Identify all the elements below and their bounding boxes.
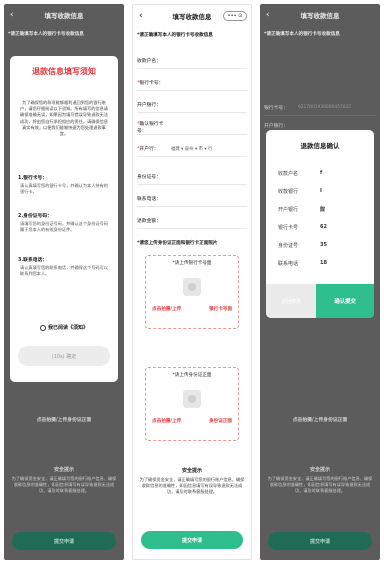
nav-bar: ‹ 填写收款信息 ••• ⊙ <box>133 5 251 27</box>
camera-icon[interactable] <box>183 390 201 408</box>
notice-item-3-text: 请认真填写您的联系电话，并确保这个号码可以联系到您本人。 <box>20 265 108 277</box>
screen-refund-notice: ‹ 填写收款信息 *请正确填写本人的银行卡号收款信息 退款信息填写须知 为了确保… <box>4 4 124 560</box>
capsule-menu[interactable]: ••• ⊙ <box>223 11 247 21</box>
upload-caption: *请上传银行卡号面 <box>172 261 212 266</box>
confirm-label: 开户银行 <box>278 207 299 213</box>
back-to-edit-button[interactable]: 返回修改 <box>266 284 317 318</box>
region-select[interactable]: 福建 ▾ 泉州 ▾ 市 ▾ 行 <box>171 146 247 152</box>
upload-side-label: 银行卡号面 <box>209 307 232 312</box>
field-label-wrap: *确认银行卡号： <box>137 120 171 134</box>
field-label: 身份证号： <box>137 175 161 180</box>
nav-bar: ‹ 填写收款信息 <box>4 4 124 26</box>
confirm-value: f <box>320 170 323 176</box>
modal-title: 退款信息填写须知 <box>32 67 96 76</box>
safe-text: 为了确保资金安全，请正确填写您的银行账户信息，确保收款信息的准确性，如因信息填写… <box>267 476 373 493</box>
confirm-value: 18 <box>320 260 327 266</box>
confirm-label: 收款户名 <box>278 171 299 177</box>
field-value: 6217001930000457832 <box>298 105 352 110</box>
safe-title: 安全提示 <box>181 468 202 474</box>
safe-text: 为了确保资金安全，请正确填写您的银行账户信息，确保收款信息的准确性，如因信息填写… <box>11 476 117 493</box>
warning-text: *请正确填写本人的银行卡号收款信息 <box>137 33 213 38</box>
bg-upload-label: 点击拍摄/上传身份证正面 <box>292 418 348 423</box>
back-icon[interactable]: ‹ <box>139 5 143 27</box>
notice-item-1-text: 请认真填写您的银行卡号，并确认为本人持有的银行卡。 <box>20 183 108 195</box>
bg-field-card-number: 银行卡号： 6217001930000457832 <box>264 100 376 116</box>
confirm-value: I <box>320 188 322 194</box>
field-phone[interactable]: 联系电话： <box>137 191 247 207</box>
field-label: 银行卡号： <box>264 106 288 111</box>
confirm-label: 银行卡号 <box>278 225 299 231</box>
confirm-value: 陇 <box>320 207 326 213</box>
confirm-row: 身份证号 35 <box>278 242 366 249</box>
submit-button[interactable]: 提交申请 <box>268 532 372 550</box>
confirm-row: 收款户名 f <box>278 170 366 177</box>
back-icon[interactable]: ‹ <box>10 4 14 26</box>
confirm-label: 联系电话 <box>278 261 299 267</box>
confirm-row: 银行卡号 62 <box>278 224 366 231</box>
page-title: 填写收款信息 <box>300 12 340 20</box>
field-label: 退款金额： <box>137 219 161 224</box>
agree-label: 我已阅读《须知》 <box>47 325 88 331</box>
field-confirm-card[interactable]: *确认银行卡号： <box>137 119 247 135</box>
confirm-row: 开户银行 陇 <box>278 206 366 213</box>
field-label: 开户银行： <box>264 124 288 129</box>
confirm-value: 35 <box>320 242 327 248</box>
safe-title: 安全提示 <box>53 467 74 473</box>
modal-lead-text: 为了确保您的款项能够顺利退回到您的银行账户，请您仔细阅读以下须知。所有填写的信息… <box>20 100 108 137</box>
field-label-wrap: *开户行： <box>137 145 171 152</box>
modal-buttons: 返回修改 确认提交 <box>266 284 374 318</box>
confirm-value: 62 <box>320 224 327 230</box>
confirm-countdown-button[interactable]: (10s) 确定 <box>18 346 110 366</box>
camera-icon[interactable] <box>183 278 201 296</box>
modal-title: 退款信息确认 <box>300 142 340 150</box>
upload-action[interactable]: 点击拍摄/上传 <box>152 418 181 424</box>
field-card-number[interactable]: *银行卡号： <box>137 75 247 91</box>
bg-upload-label: 点击拍摄/上传身份证正面 <box>36 418 92 423</box>
confirm-label: 身份证号 <box>278 243 299 249</box>
radio-icon[interactable] <box>39 324 46 331</box>
notice-modal: 退款信息填写须知 为了确保您的款项能够顺利退回到您的银行账户，请您仔细阅读以下须… <box>10 56 118 382</box>
warning-text: *请正确填写本人的银行卡号收款信息 <box>264 32 340 37</box>
confirm-submit-button[interactable]: 确认提交 <box>316 284 374 318</box>
confirm-row: 收款银行 I <box>278 188 366 195</box>
field-branch[interactable]: *开户行： 福建 ▾ 泉州 ▾ 市 ▾ 行 <box>137 141 247 157</box>
notice-item-1-head: 1.银行卡号： <box>18 176 48 181</box>
field-label: 收款户名： <box>137 59 161 64</box>
screen-fill-form: ‹ 填写收款信息 ••• ⊙ *请正确填写本人的银行卡号收款信息 收款户名： *… <box>132 4 252 560</box>
notice-item-2-text: 请填写您的身份证号码，并确认这个身份证号码属于您本人的有效身份证件。 <box>20 221 108 233</box>
upload-bank-card[interactable]: *请上传银行卡号面 点击拍摄/上传 银行卡号面 <box>145 255 239 329</box>
field-label: 开户行： <box>139 147 159 152</box>
field-label: 联系电话： <box>137 197 161 202</box>
warning-text: *请正确填写本人的银行卡号收款信息 <box>8 32 84 37</box>
agree-checkbox[interactable]: 我已阅读《须知》 <box>10 324 118 331</box>
page-title: 填写收款信息 <box>44 12 84 20</box>
upload-caption: *请上传身份证正面 <box>172 373 212 378</box>
notice-item-2-head: 2.身份证号码： <box>18 214 52 219</box>
field-label: 确认银行卡号： <box>137 121 164 134</box>
safe-title: 安全提示 <box>309 467 330 473</box>
field-label-wrap: *银行卡号： <box>137 79 171 86</box>
confirm-label: 收款银行 <box>278 189 299 195</box>
field-label: 开户银行： <box>137 103 161 108</box>
upload-id-card[interactable]: *请上传身份证正面 点击拍摄/上传 身份证正面 <box>145 367 239 441</box>
notice-item-3-head: 3.联系电话： <box>18 258 48 263</box>
field-refund-amount[interactable]: 退款金额： <box>137 213 247 229</box>
upload-action[interactable]: 点击拍摄/上传 <box>152 306 181 312</box>
field-account-name[interactable]: 收款户名： <box>137 53 247 69</box>
field-id-number[interactable]: 身份证号： <box>137 169 247 185</box>
submit-button[interactable]: 提交申请 <box>12 532 116 550</box>
upload-note: *请您上传身份证正面和银行卡正面照片 <box>137 241 218 246</box>
safe-text: 为了确保资金安全，请正确填写您的银行账户信息，确保收款信息的准确性，如因信息填写… <box>139 477 245 494</box>
back-icon[interactable]: ‹ <box>266 4 270 26</box>
confirm-modal: 退款信息确认 收款户名 f 收款银行 I 开户银行 陇 银行卡号 62 身份证号 35 联… <box>266 130 374 318</box>
field-label: 银行卡号： <box>139 81 164 86</box>
nav-bar: ‹ 填写收款信息 <box>260 4 380 26</box>
submit-button[interactable]: 提交申请 <box>141 531 243 549</box>
screen-refund-confirm: ‹ 填写收款信息 *请正确填写本人的银行卡号收款信息 银行卡号： 6217001… <box>260 4 380 560</box>
confirm-row: 联系电话 18 <box>278 260 366 267</box>
field-bank[interactable]: 开户银行： <box>137 97 247 113</box>
upload-side-label: 身份证正面 <box>209 419 232 424</box>
